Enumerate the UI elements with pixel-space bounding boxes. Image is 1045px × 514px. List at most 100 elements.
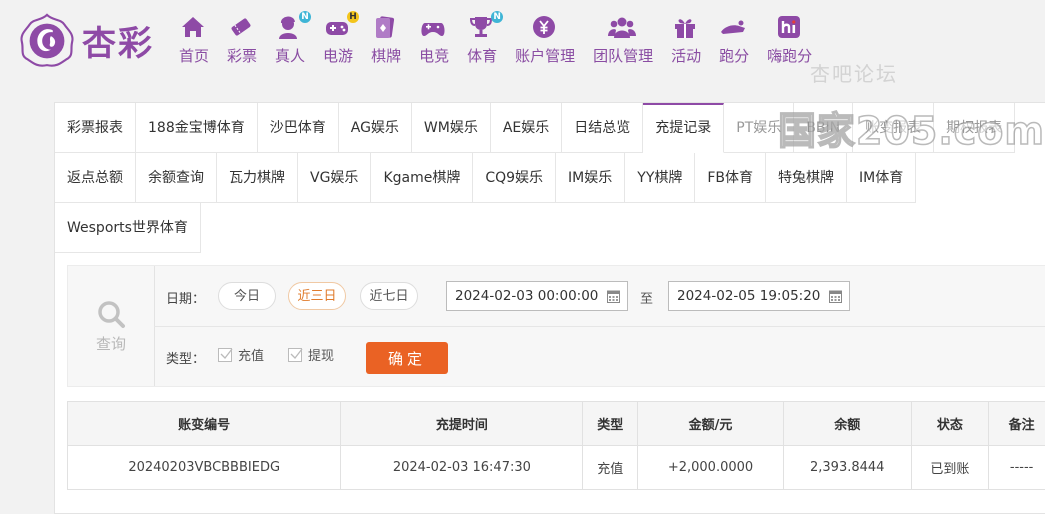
gift-icon xyxy=(671,14,699,40)
nav-badge: H xyxy=(347,11,359,23)
checkmark-icon xyxy=(289,347,303,361)
nav-live[interactable]: N 真人 xyxy=(266,14,314,66)
start-date-input[interactable]: 2024-02-03 00:00:00 xyxy=(446,281,628,311)
tab-row-1: 彩票报表 188金宝博体育 沙巴体育 AG娱乐 WM娱乐 AE娱乐 日结总览 充… xyxy=(55,103,1045,153)
tab-yy-chess[interactable]: YY棋牌 xyxy=(625,153,695,203)
tab-ag-casino[interactable]: AG娱乐 xyxy=(339,103,412,153)
cell-type: 充值 xyxy=(583,446,638,490)
type-deposit-checkbox[interactable]: 充值 xyxy=(218,345,264,364)
cell-amount: +2,000.0000 xyxy=(638,446,784,490)
range-7-days-button[interactable]: 近七日 xyxy=(360,282,418,310)
tab-account-change-report[interactable]: 账变报表 xyxy=(853,103,934,153)
nav-slots[interactable]: H 电游 xyxy=(314,14,362,66)
logo-emblem-icon xyxy=(18,11,76,69)
search-icon xyxy=(96,299,126,329)
lottery-ticket-icon xyxy=(227,14,255,40)
tab-wali-chess[interactable]: 瓦力棋牌 xyxy=(217,153,298,203)
nav-running-score[interactable]: 跑分 xyxy=(710,14,758,66)
tab-row-2: 返点总额 余额查询 瓦力棋牌 VG娱乐 Kgame棋牌 CQ9娱乐 IM娱乐 Y… xyxy=(55,153,1045,203)
col-status: 状态 xyxy=(911,402,989,446)
tab-deposit-withdraw-records[interactable]: 充提记录 xyxy=(643,103,724,153)
tab-cq9-casino[interactable]: CQ9娱乐 xyxy=(473,153,556,203)
tab-lottery-report[interactable]: 彩票报表 xyxy=(55,103,136,153)
type-withdraw-checkbox[interactable]: 提现 xyxy=(288,345,334,364)
type-label: 类型： xyxy=(166,348,205,367)
col-time: 充提时间 xyxy=(341,402,583,446)
home-icon xyxy=(179,14,207,40)
nav-sports[interactable]: N 体育 xyxy=(458,14,506,66)
cards-icon xyxy=(371,14,399,40)
tab-rebate-total[interactable]: 返点总额 xyxy=(55,153,136,203)
nav-esports[interactable]: 电竞 xyxy=(410,14,458,66)
yen-coin-icon xyxy=(530,14,558,40)
range-today-button[interactable]: 今日 xyxy=(218,282,276,310)
nav-account[interactable]: 账户管理 xyxy=(506,14,584,66)
tab-wm-casino[interactable]: WM娱乐 xyxy=(412,103,491,153)
type-withdraw-label: 提现 xyxy=(308,345,334,364)
tab-im-sports[interactable]: IM体育 xyxy=(847,153,916,203)
main-nav: 首页 彩票 N 真人 H 电游 棋牌 电竞 N 体育 xyxy=(170,14,821,66)
date-label: 日期： xyxy=(166,288,205,307)
table-row: 20240203VBCBBBIEDG 2024-02-03 16:47:30 充… xyxy=(68,446,1045,490)
cell-balance: 2,393.8444 xyxy=(783,446,911,490)
end-date-input[interactable]: 2024-02-05 19:05:20 xyxy=(668,281,850,311)
type-filter-row: 类型： 充值 提现 确定 xyxy=(154,326,1045,386)
tab-ae-casino[interactable]: AE娱乐 xyxy=(491,103,562,153)
confirm-button[interactable]: 确定 xyxy=(366,342,448,374)
col-transaction-id: 账变编号 xyxy=(68,402,341,446)
tab-pt-casino[interactable]: PT娱乐 xyxy=(724,103,794,153)
query-section-label: 查询 xyxy=(68,266,155,386)
nav-badge: N xyxy=(491,11,503,23)
running-icon xyxy=(719,14,747,40)
cell-transaction-id: 20240203VBCBBBIEDG xyxy=(68,446,341,490)
brand-name: 杏彩 xyxy=(82,16,154,65)
tab-tetu-chess[interactable]: 特兔棋牌 xyxy=(766,153,847,203)
col-balance: 余额 xyxy=(783,402,911,446)
query-label: 查询 xyxy=(96,333,126,354)
nav-home[interactable]: 首页 xyxy=(170,14,218,66)
tab-im-casino[interactable]: IM娱乐 xyxy=(556,153,625,203)
nav-lottery[interactable]: 彩票 xyxy=(218,14,266,66)
tab-fb-sports[interactable]: FB体育 xyxy=(695,153,766,203)
col-amount: 金额/元 xyxy=(638,402,784,446)
cell-remark: ----- xyxy=(989,446,1045,490)
nav-hi-running[interactable]: 嗨跑分 xyxy=(758,14,821,66)
tab-188-sports[interactable]: 188金宝博体育 xyxy=(136,103,258,153)
hi-app-icon xyxy=(775,14,803,40)
tab-options-report[interactable]: 期权报表 xyxy=(934,103,1015,153)
tab-balance-query[interactable]: 余额查询 xyxy=(136,153,217,203)
report-tabs: 彩票报表 188金宝博体育 沙巴体育 AG娱乐 WM娱乐 AE娱乐 日结总览 充… xyxy=(55,103,1045,253)
nav-promotions[interactable]: 活动 xyxy=(662,14,710,66)
table-header-row: 账变编号 充提时间 类型 金额/元 余额 状态 备注 xyxy=(68,402,1045,446)
brand-logo[interactable]: 杏彩 xyxy=(18,10,154,70)
team-icon xyxy=(608,14,636,40)
tab-row-3: Wesports世界体育 xyxy=(55,203,1045,253)
cell-status: 已到账 xyxy=(911,446,989,490)
nav-team[interactable]: 团队管理 xyxy=(584,14,662,66)
date-filter-row: 日期： 今日 近三日 近七日 2024-02-03 00:00:00 至 202… xyxy=(154,266,1045,327)
range-3-days-button[interactable]: 近三日 xyxy=(288,282,346,310)
end-date-value: 2024-02-05 19:05:20 xyxy=(677,288,820,304)
query-form: 查询 日期： 今日 近三日 近七日 2024-02-03 00:00:00 至 … xyxy=(67,265,1045,387)
records-table: 账变编号 充提时间 类型 金额/元 余额 状态 备注 20240203VBCBB… xyxy=(67,401,1045,490)
cell-time: 2024-02-03 16:47:30 xyxy=(341,446,583,490)
tab-kgame-chess[interactable]: Kgame棋牌 xyxy=(371,153,473,203)
nav-badge: N xyxy=(299,11,311,23)
col-type: 类型 xyxy=(583,402,638,446)
nav-chess-cards[interactable]: 棋牌 xyxy=(362,14,410,66)
type-deposit-label: 充值 xyxy=(238,345,264,364)
top-header: 杏彩 首页 彩票 N 真人 H 电游 棋牌 电竞 xyxy=(0,0,1045,90)
report-panel: 彩票报表 188金宝博体育 沙巴体育 AG娱乐 WM娱乐 AE娱乐 日结总览 充… xyxy=(54,102,1045,514)
tab-daily-summary[interactable]: 日结总览 xyxy=(562,103,643,153)
tab-saba-sports[interactable]: 沙巴体育 xyxy=(258,103,339,153)
tab-bbin[interactable]: BBIN xyxy=(794,103,853,153)
calendar-icon[interactable] xyxy=(829,289,842,303)
controller-icon xyxy=(419,14,447,40)
calendar-icon[interactable] xyxy=(607,289,620,303)
col-remark: 备注 xyxy=(989,402,1045,446)
checkmark-icon xyxy=(219,347,233,361)
start-date-value: 2024-02-03 00:00:00 xyxy=(455,288,598,304)
date-range-separator: 至 xyxy=(640,288,653,307)
tab-wesports[interactable]: Wesports世界体育 xyxy=(55,203,201,253)
tab-vg-casino[interactable]: VG娱乐 xyxy=(298,153,371,203)
